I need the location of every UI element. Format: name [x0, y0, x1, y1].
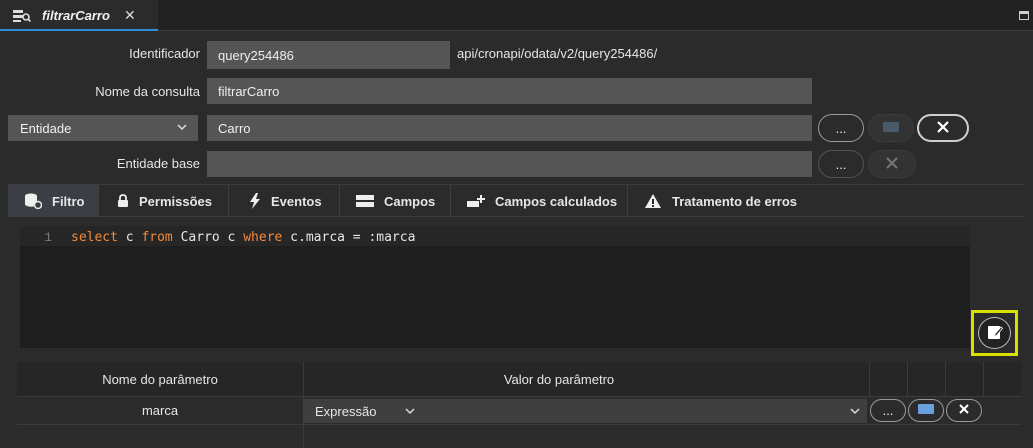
param-value-label: Expressão [315, 403, 377, 419]
document-tab-bar: filtrarCarro ✕ [0, 0, 1033, 31]
entidade-base-field[interactable] [207, 151, 812, 177]
param-browse-button[interactable]: ... [870, 399, 906, 422]
entidade-base-label: Entidade base [116, 156, 200, 171]
line-number: 1 [44, 230, 52, 245]
warning-icon [644, 193, 662, 209]
tab-campos[interactable]: Campos [340, 185, 451, 217]
header-nome-parametro: Nome do parâmetro [102, 372, 218, 387]
column-divider [945, 362, 946, 397]
tab-filtro[interactable]: Filtro [8, 185, 99, 217]
folder-icon [882, 121, 900, 136]
close-icon[interactable]: ✕ [124, 7, 136, 24]
table-header: Nome do parâmetro Valor do parâmetro [17, 362, 1021, 397]
param-value-select[interactable]: Expressão [303, 399, 867, 423]
document-tab-title: filtrarCarro [42, 8, 110, 23]
lock-icon [117, 194, 129, 208]
param-open-button[interactable] [908, 399, 944, 422]
code-token: from [141, 230, 173, 245]
code-token: c [117, 230, 142, 245]
chevron-down-icon [404, 405, 416, 420]
tab-tratamento-erros-label: Tratamento de erros [672, 193, 797, 209]
database-icon [24, 193, 42, 209]
code-token: select [71, 230, 118, 245]
tab-filtro-label: Filtro [52, 193, 85, 209]
param-clear-button[interactable] [946, 399, 982, 422]
code-token: Carro c [172, 230, 244, 245]
chevron-down-icon[interactable] [849, 405, 861, 420]
entidade-base-browse-button[interactable]: ... [818, 150, 864, 178]
columns-icon [356, 194, 374, 208]
tab-permissoes-label: Permissões [139, 193, 212, 209]
tab-campos-calculados-label: Campos calculados [495, 193, 618, 209]
code-line[interactable]: select c from Carro c where c.marca = :m… [71, 230, 415, 245]
tab-campos-label: Campos [384, 193, 436, 209]
folder-icon [917, 403, 935, 418]
edit-icon [987, 324, 1003, 343]
column-divider [983, 362, 984, 397]
editor-gutter: 1 [20, 226, 66, 246]
header-valor-parametro: Valor do parâmetro [503, 372, 615, 387]
tab-campos-calculados[interactable]: Campos calculados [451, 185, 628, 217]
edit-query-highlight [971, 310, 1018, 356]
code-token: c.marca = :marca [282, 230, 416, 245]
identificador-field[interactable]: query254486 [207, 41, 450, 69]
table-row: marca Expressão ... [17, 397, 1021, 447]
nome-consulta-field[interactable]: filtrarCarro [207, 78, 812, 104]
tab-tratamento-erros[interactable]: Tratamento de erros [628, 185, 802, 217]
close-icon [885, 156, 899, 173]
tab-eventos[interactable]: Eventos [229, 185, 340, 217]
parameters-table: Nome do parâmetro Valor do parâmetro mar… [17, 362, 1021, 448]
column-divider [907, 362, 908, 397]
entidade-select-label: Entidade [20, 120, 72, 136]
query-tabs: Filtro Permissões Eventos Campos Campos … [8, 184, 1025, 217]
edit-query-button[interactable] [978, 317, 1011, 349]
close-icon [958, 403, 970, 418]
entidade-select[interactable]: Entidade [8, 115, 198, 141]
entidade-clear-button[interactable] [917, 114, 969, 142]
maximize-icon[interactable] [1019, 11, 1029, 20]
sql-editor[interactable]: 1 select c from Carro c where c.marca = … [20, 226, 970, 348]
add-field-icon [467, 194, 485, 208]
endpoint-url: api/cronapi/odata/v2/query254486/ [457, 46, 658, 61]
identificador-label: Identificador [129, 46, 200, 61]
tab-permissoes[interactable]: Permissões [99, 185, 229, 217]
lightning-icon [249, 193, 261, 209]
entidade-open-button[interactable] [868, 114, 914, 142]
chevron-down-icon [176, 121, 188, 136]
entidade-base-clear-button[interactable] [868, 150, 916, 178]
nome-consulta-label: Nome da consulta [95, 84, 200, 99]
tab-eventos-label: Eventos [271, 193, 322, 209]
close-icon [936, 120, 950, 137]
param-name: marca [141, 403, 179, 418]
entidade-field[interactable]: Carro [207, 115, 812, 141]
column-divider [869, 362, 870, 397]
entidade-browse-button[interactable]: ... [818, 114, 864, 142]
document-tab[interactable]: filtrarCarro ✕ [0, 0, 158, 31]
query-icon [13, 9, 32, 23]
code-token: where [243, 230, 283, 245]
